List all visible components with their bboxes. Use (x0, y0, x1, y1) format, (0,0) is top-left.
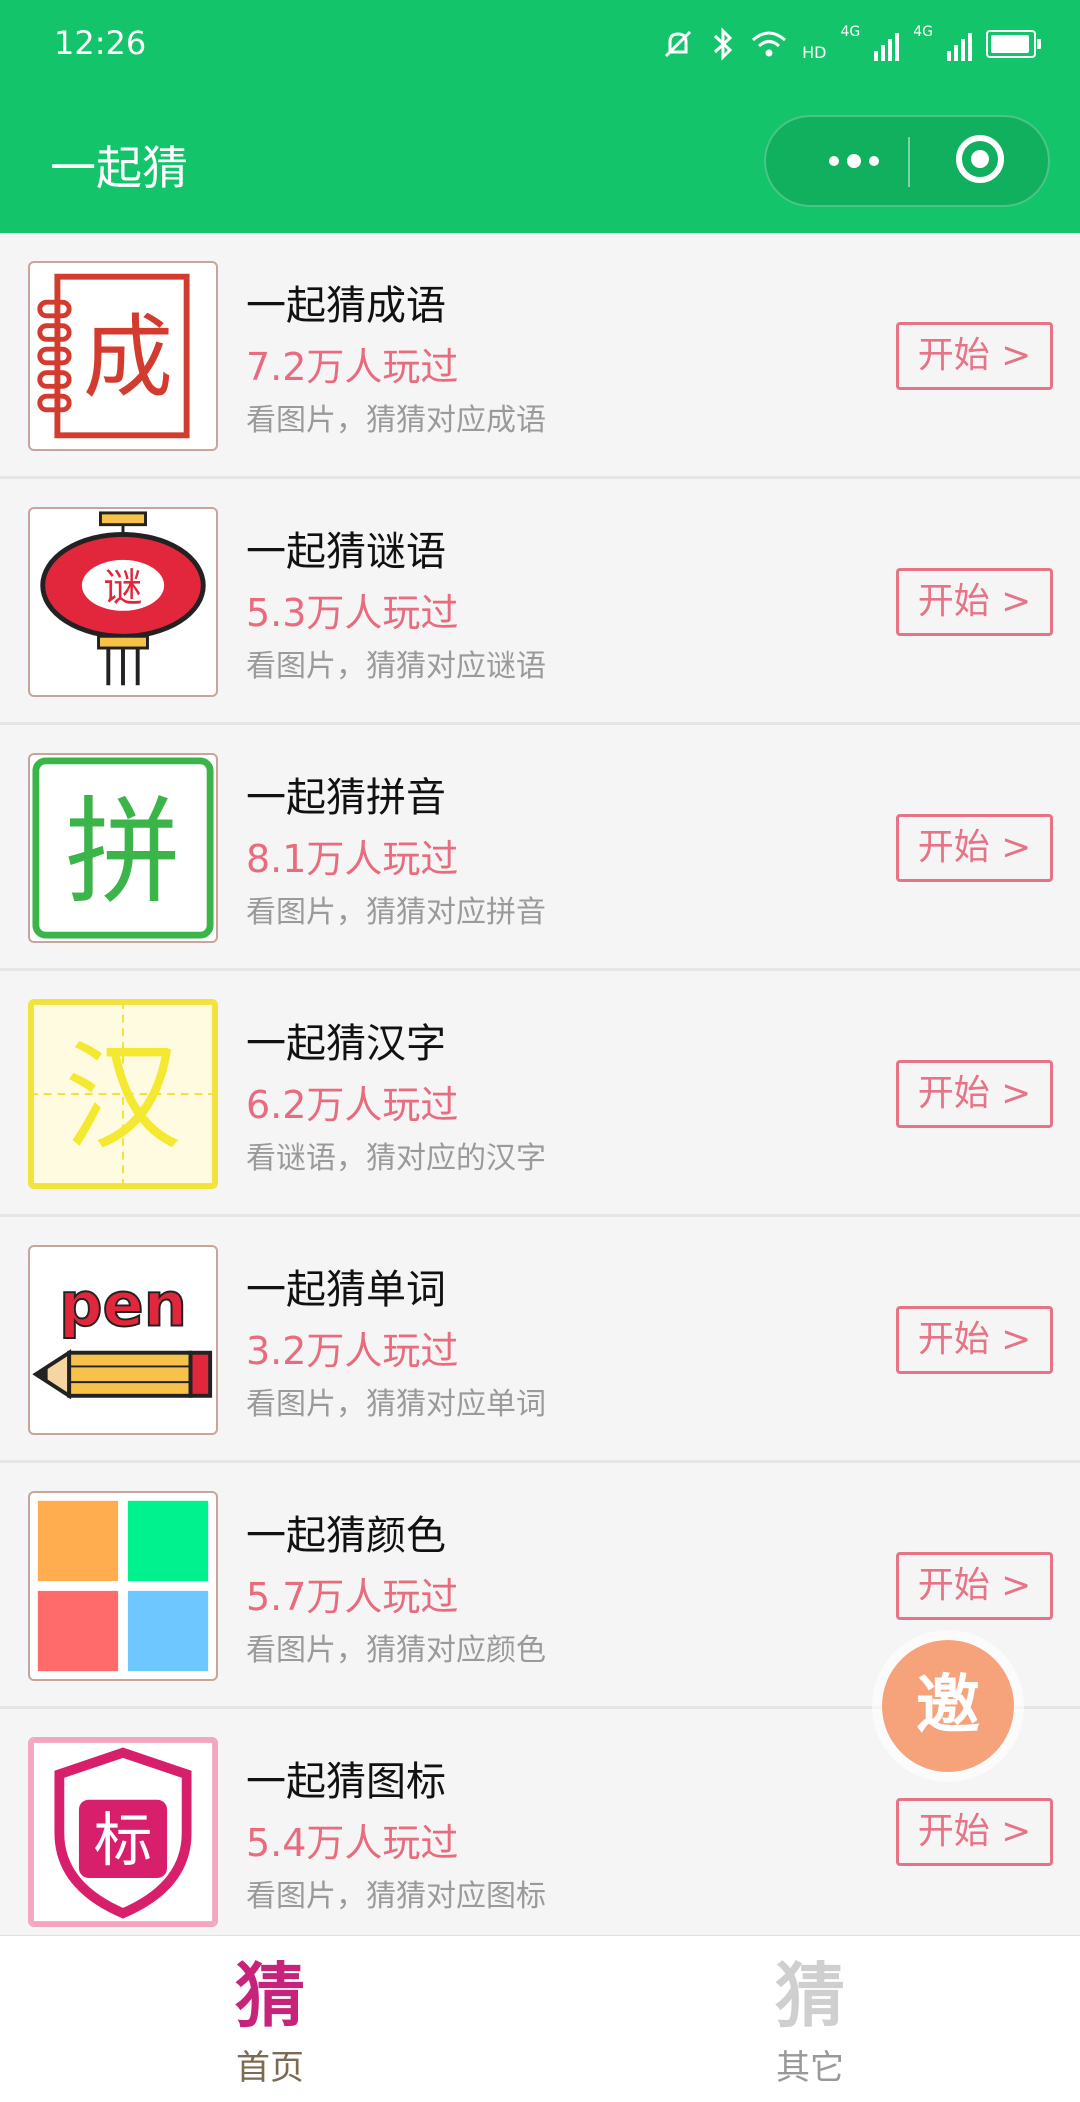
invite-button[interactable]: 邀 (882, 1640, 1014, 1772)
list-item-pinyin[interactable]: 拼 一起猜拼音 8.1万人玩过 看图片，猜猜对应拼音 开始 > (0, 725, 1080, 971)
item-description: 看图片，猜猜对应单词 (246, 1387, 546, 1422)
tab-other-label: 其它 (776, 2048, 844, 2088)
item-title: 一起猜拼音 (246, 775, 446, 821)
item-title: 一起猜成语 (246, 283, 446, 329)
svg-text:pen: pen (59, 1270, 187, 1340)
start-button[interactable]: 开始 > (896, 1060, 1053, 1128)
riddle-lantern-icon: 谜 (28, 507, 218, 697)
item-title: 一起猜汉字 (246, 1021, 446, 1067)
status-time: 12:26 (54, 24, 147, 62)
item-title: 一起猜颜色 (246, 1513, 446, 1559)
start-button[interactable]: 开始 > (896, 1798, 1053, 1866)
signal-icon-2 (947, 27, 972, 61)
list-item-riddle[interactable]: 谜 一起猜谜语 5.3万人玩过 看图片，猜猜对应谜语 开始 > (0, 479, 1080, 725)
status-icons: HD 4G 4G (660, 22, 1041, 66)
hanzi-icon: 汉 (28, 999, 218, 1189)
idiom-icon: 成 (28, 261, 218, 451)
network-label-2: 4G (913, 24, 933, 40)
tab-bar: 猜 首页 猜 其它 (0, 1935, 1080, 2102)
capsule-divider (908, 137, 910, 187)
bluetooth-icon (714, 27, 733, 61)
start-button[interactable]: 开始 > (896, 568, 1053, 636)
page: 12:26 HD 4G 4G 一起猜 成 一起猜成语 7.2万人玩过 看图片，猜… (0, 0, 1080, 2102)
item-play-count: 8.1万人玩过 (246, 837, 459, 881)
signal-icon-1 (874, 27, 900, 61)
svg-text:谜: 谜 (103, 566, 142, 611)
mini-program-capsule (764, 115, 1050, 207)
pinyin-icon: 拼 (28, 753, 218, 943)
item-title: 一起猜谜语 (246, 529, 446, 575)
header: 12:26 HD 4G 4G 一起猜 (0, 0, 1080, 233)
tab-home[interactable]: 猜 首页 (0, 1936, 540, 2102)
close-target-icon[interactable] (956, 135, 1004, 183)
svg-text:成: 成 (83, 305, 173, 410)
logo-shield-icon: 标 (28, 1737, 218, 1927)
item-description: 看图片，猜猜对应图标 (246, 1879, 546, 1914)
network-label-1: 4G (840, 24, 861, 40)
svg-text:拼: 拼 (65, 786, 181, 920)
item-description: 看谜语，猜对应的汉字 (246, 1141, 546, 1176)
item-title: 一起猜图标 (246, 1759, 446, 1805)
item-play-count: 5.7万人玩过 (246, 1575, 459, 1619)
item-play-count: 3.2万人玩过 (246, 1329, 459, 1373)
item-title: 一起猜单词 (246, 1267, 446, 1313)
wifi-icon (752, 31, 787, 57)
status-bar: 12:26 HD 4G 4G (0, 0, 1080, 90)
more-menu-button[interactable] (804, 117, 904, 205)
start-button[interactable]: 开始 > (896, 1552, 1053, 1620)
item-description: 看图片，猜猜对应颜色 (246, 1633, 546, 1668)
item-play-count: 5.4万人玩过 (246, 1821, 459, 1865)
page-title: 一起猜 (50, 141, 188, 195)
start-button[interactable]: 开始 > (896, 1306, 1053, 1374)
list-item-word[interactable]: pen 一起猜单词 3.2万人玩过 看图片，猜猜对应单词 开始 > (0, 1217, 1080, 1463)
start-button[interactable]: 开始 > (896, 322, 1053, 390)
item-description: 看图片，猜猜对应成语 (246, 403, 546, 438)
battery-icon (986, 30, 1041, 58)
hd-label: HD (802, 42, 827, 62)
tab-other[interactable]: 猜 其它 (540, 1936, 1080, 2102)
item-description: 看图片，猜猜对应谜语 (246, 649, 546, 684)
tab-home-label: 首页 (236, 2048, 304, 2088)
item-description: 看图片，猜猜对应拼音 (246, 895, 546, 930)
start-button[interactable]: 开始 > (896, 814, 1053, 882)
item-play-count: 5.3万人玩过 (246, 591, 459, 635)
list-item-idiom[interactable]: 成 一起猜成语 7.2万人玩过 看图片，猜猜对应成语 开始 > (0, 233, 1080, 479)
item-play-count: 6.2万人玩过 (246, 1083, 459, 1127)
mute-bell-icon (665, 30, 692, 58)
svg-text:标: 标 (94, 1805, 153, 1874)
guess-home-icon: 猜 (235, 1955, 305, 2037)
svg-text:汉: 汉 (64, 1029, 181, 1166)
item-play-count: 7.2万人玩过 (246, 345, 459, 389)
word-pen-icon: pen (28, 1245, 218, 1435)
guess-other-icon: 猜 (775, 1955, 845, 2037)
color-grid-icon (28, 1491, 218, 1681)
list-item-hanzi[interactable]: 汉 一起猜汉字 6.2万人玩过 看谜语，猜对应的汉字 开始 > (0, 971, 1080, 1217)
